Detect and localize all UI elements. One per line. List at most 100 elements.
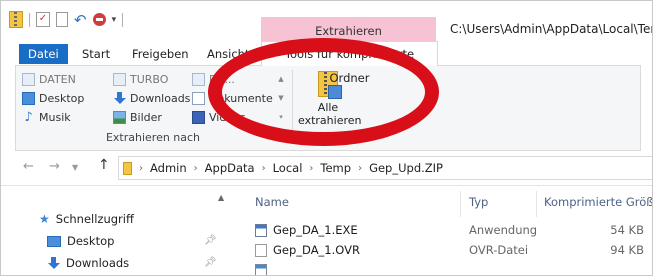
file-name: Gep_DA_1.EXE [273,223,358,237]
extract-target-label: TURBO [130,73,169,86]
ribbon-tabs: Datei Start Freigeben Ansicht Tools für … [1,41,652,85]
pin-icon: 📌︎ [204,235,217,246]
window-title-path: C:\Users\Admin\AppData\Local\Temp\G [450,22,652,36]
music-icon: ♪ [24,110,33,125]
file-list: Name Typ Komprimierte Größe Gep_DA_1.EXE… [238,187,652,275]
toolbar-divider [29,12,30,27]
file-size: 94 KB [610,243,644,257]
breadcrumb-appdata[interactable]: AppData [205,161,255,175]
exe-icon [255,224,267,237]
navigation-pane: ▲ ★ Schnellzugriff Desktop 📌︎ Downloads … [1,187,229,275]
chevron-right-icon[interactable]: › [358,163,362,174]
chevron-right-icon[interactable]: › [194,163,198,174]
extract-target-music[interactable]: ♪ Musik [22,109,71,126]
tab-compressed-folder-tools[interactable]: Tools für komprimierte Ordner [261,41,438,85]
tab-share[interactable]: Freigeben [124,44,197,64]
extract-target-label: Desktop [39,92,85,105]
delete-icon[interactable] [92,13,106,26]
properties-icon[interactable]: ✓ [36,12,50,27]
quick-access-toolbar: ✓ ↶ ▾ [9,11,124,28]
file-type: Anwendung [469,223,538,237]
explorer-window: ✓ ↶ ▾ Extrahieren C:\Users\Admin\AppData… [0,0,653,276]
breadcrumb-admin[interactable]: Admin [150,161,187,175]
file-row-partial[interactable] [238,261,652,275]
pictures-icon [113,111,126,124]
navigation-bar: ← → ▼ ↑ › Admin › AppData › Local › Temp… [1,151,652,186]
title-bar: ✓ ↶ ▾ Extrahieren C:\Users\Admin\AppData… [1,1,652,45]
recent-locations-icon[interactable]: ▼ [72,163,78,172]
forward-arrow-icon[interactable]: → [49,159,60,174]
back-arrow-icon[interactable]: ← [23,159,34,174]
extract-target-daten[interactable]: DATEN [22,71,76,88]
chevron-up-icon[interactable]: ▲ [218,193,228,202]
gallery-expand-icon[interactable]: ▾ [276,108,286,127]
zip-folder-icon [9,11,23,28]
file-size: 54 KB [610,223,644,237]
tab-file[interactable]: Datei [19,44,68,64]
ribbon-panel: DATEN TURBO DE... Desktop Downloads Doku… [15,65,641,151]
doc-folder-icon [192,73,205,86]
videos-icon [192,111,205,124]
gallery-scroll[interactable]: ▲ ▼ ▾ [276,70,286,128]
breadcrumb-temp[interactable]: Temp [320,161,351,175]
column-header-size[interactable]: Komprimierte Größe [544,195,652,209]
extract-target-label: Bilder [130,111,162,124]
address-bar[interactable]: › Admin › AppData › Local › Temp › Gep_U… [118,156,652,180]
extract-target-turbo[interactable]: TURBO [113,71,168,88]
extract-target-documents[interactable]: Dokumente [192,90,273,107]
desktop-icon [22,92,35,105]
tab-start[interactable]: Start [74,44,118,64]
extract-target-de[interactable]: DE... [192,71,235,88]
extract-target-downloads[interactable]: Downloads [113,90,190,107]
column-divider[interactable] [460,191,461,217]
toolbar-divider [122,12,124,27]
nav-item-quick-access[interactable]: ★ Schnellzugriff [39,209,134,229]
zip-folder-icon [123,161,132,175]
exe-icon [255,264,267,275]
customize-toolbar-icon[interactable]: ▾ [112,15,117,25]
group-divider [292,70,293,144]
nav-item-label: Downloads [66,256,130,270]
undo-icon[interactable]: ↶ [74,12,87,27]
new-folder-icon[interactable] [56,12,68,27]
doc-folder-icon [113,73,126,86]
downloads-icon [113,92,126,105]
documents-icon [192,92,205,105]
star-icon: ★ [39,212,50,226]
tab-view[interactable]: Ansicht [199,44,257,64]
column-header-type[interactable]: Typ [469,195,488,209]
chevron-right-icon[interactable]: › [139,163,143,174]
extract-target-videos[interactable]: Videos [192,109,246,126]
nav-item-label: Desktop [67,234,115,248]
extract-target-label: DE... [209,73,235,86]
nav-item-desktop[interactable]: Desktop 📌︎ [47,231,217,251]
nav-item-label: Schnellzugriff [55,212,134,226]
column-divider[interactable] [536,191,537,217]
pin-icon: 📌︎ [204,257,217,268]
downloads-icon [47,256,60,270]
extract-target-label: DATEN [39,73,76,86]
chevron-right-icon[interactable]: › [262,163,266,174]
file-row[interactable]: Gep_DA_1.OVR OVR-Datei 94 KB [238,241,652,261]
breadcrumb-local[interactable]: Local [273,161,303,175]
up-arrow-icon[interactable]: ↑ [98,157,110,173]
chevron-right-icon[interactable]: › [309,163,313,174]
file-row[interactable]: Gep_DA_1.EXE Anwendung 54 KB [238,221,652,241]
extract-all-label-line1: Alle [317,101,339,114]
file-name: Gep_DA_1.OVR [273,243,360,257]
extract-target-label: Downloads [130,92,191,105]
ovr-icon [255,244,267,257]
extract-target-label: Dokumente [209,92,273,105]
extract-to-group-label: Extrahieren nach [105,131,201,144]
extract-target-pictures[interactable]: Bilder [113,109,162,126]
extract-target-label: Musik [39,111,71,124]
extract-target-label: Videos [209,111,246,124]
doc-folder-icon [22,73,35,86]
column-header-name[interactable]: Name [255,195,289,209]
breadcrumb-zip[interactable]: Gep_Upd.ZIP [369,161,443,175]
nav-item-downloads[interactable]: Downloads 📌︎ [47,253,217,273]
chevron-down-icon[interactable]: ▼ [276,89,286,108]
chevron-up-icon[interactable]: ▲ [276,70,286,89]
extract-to-gallery: DATEN TURBO DE... Desktop Downloads Doku… [22,71,277,127]
extract-target-desktop[interactable]: Desktop [22,90,84,107]
